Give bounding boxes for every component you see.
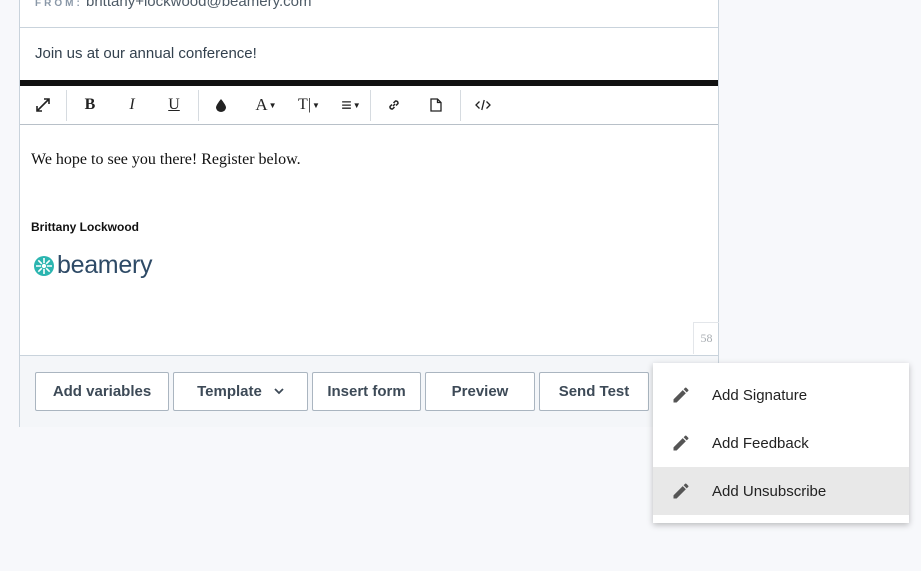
link-button[interactable] — [381, 86, 407, 124]
subject-input[interactable]: Join us at our annual conference! — [35, 45, 257, 62]
fullscreen-button[interactable] — [28, 86, 58, 124]
toolbar-divider — [460, 90, 461, 121]
beamery-logo-icon — [34, 255, 54, 276]
template-label: Template — [197, 383, 262, 400]
email-body-editor[interactable]: We hope to see you there! Register below… — [20, 125, 719, 355]
align-button[interactable]: ≡ ▼ — [337, 86, 365, 124]
menu-item-label: Add Unsubscribe — [712, 482, 827, 500]
template-button[interactable]: Template — [173, 372, 308, 411]
code-view-button[interactable] — [470, 86, 496, 124]
pencil-icon — [673, 435, 689, 451]
add-variables-button[interactable]: Add variables — [35, 372, 169, 411]
italic-button[interactable]: I — [119, 86, 145, 124]
droplet-icon — [216, 99, 226, 112]
code-icon — [475, 99, 491, 111]
caret-down-icon: ▼ — [352, 100, 361, 110]
preview-button[interactable]: Preview — [425, 372, 535, 411]
from-value[interactable]: brittany+lockwood@beamery.com — [86, 0, 311, 10]
composer-footer: Add variables Template Insert form Previ… — [20, 355, 718, 427]
formatting-toolbar: B I U A ▼ T| ▼ ≡ ▼ — [20, 86, 718, 125]
subject-row[interactable]: Join us at our annual conference! — [20, 28, 718, 80]
caret-down-icon: ▼ — [312, 100, 320, 110]
char-counter: 58 — [693, 322, 719, 354]
insert-file-button[interactable] — [423, 86, 449, 124]
underline-button[interactable]: U — [161, 86, 187, 124]
font-icon: A — [255, 95, 268, 114]
font-family-button[interactable]: A ▼ — [252, 86, 280, 124]
expand-icon — [36, 98, 50, 112]
text-size-icon: T| — [298, 96, 312, 113]
insert-form-button[interactable]: Insert form — [312, 372, 421, 411]
text-color-button[interactable] — [208, 86, 234, 124]
caret-down-icon: ▼ — [268, 100, 277, 110]
pencil-icon — [673, 387, 689, 403]
link-icon — [389, 100, 399, 110]
from-label: FROM: — [35, 0, 83, 9]
menu-item-label: Add Signature — [712, 386, 808, 404]
logo-wordmark: beamery — [57, 251, 153, 279]
menu-item-add-unsubscribe[interactable]: Add Unsubscribe — [653, 467, 909, 515]
pencil-icon — [673, 483, 689, 499]
menu-item-add-feedback[interactable]: Add Feedback — [653, 419, 909, 467]
from-row: FROM: brittany+lockwood@beamery.com — [20, 0, 718, 28]
chevron-down-icon — [274, 388, 284, 395]
send-test-button[interactable]: Send Test — [539, 372, 649, 411]
toolbar-divider — [370, 90, 371, 121]
signature-name: Brittany Lockwood — [31, 220, 140, 234]
bold-button[interactable]: B — [77, 86, 103, 124]
menu-item-label: Add Feedback — [712, 434, 809, 452]
toolbar-divider — [198, 90, 199, 121]
align-icon: ≡ — [341, 94, 352, 115]
file-icon — [430, 98, 442, 112]
insert-dropdown-menu: Add Signature Add Feedback Add Unsubscri… — [653, 363, 909, 523]
email-composer: FROM: brittany+lockwood@beamery.com Join… — [19, 0, 719, 427]
body-text[interactable]: We hope to see you there! Register below… — [31, 151, 301, 169]
beamery-logo: beamery — [33, 251, 152, 280]
menu-item-add-signature[interactable]: Add Signature — [653, 371, 909, 419]
toolbar-divider — [66, 90, 67, 121]
font-size-button[interactable]: T| ▼ — [294, 86, 324, 124]
